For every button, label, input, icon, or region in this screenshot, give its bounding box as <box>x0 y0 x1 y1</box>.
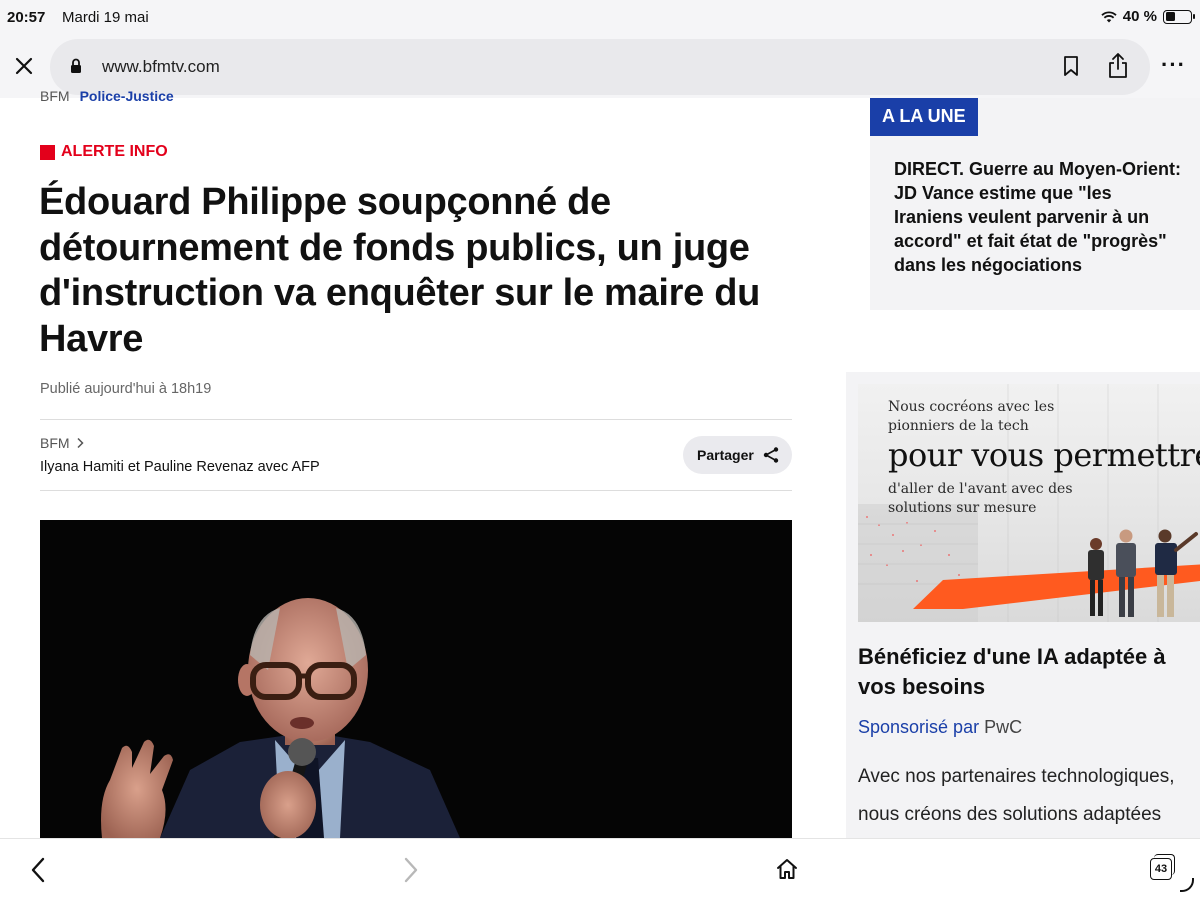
divider <box>40 419 792 420</box>
ad-image[interactable]: Nous cocréons avec les pionniers de la t… <box>858 384 1200 622</box>
publish-date: Publié aujourd'hui à 18h19 <box>40 381 212 397</box>
a-la-une-line: Iraniens veulent parvenir à un <box>894 207 1150 227</box>
url-text[interactable]: www.bfmtv.com <box>102 57 220 77</box>
status-bar: 20:57 Mardi 19 mai 40 % <box>0 0 1200 36</box>
ad-body-line: nous créons des solutions adaptées <box>858 804 1162 825</box>
home-icon[interactable] <box>775 857 799 881</box>
sponsored-label: Sponsorisé par <box>858 717 980 737</box>
article-photo[interactable] <box>40 520 792 838</box>
ad-sponsor: Sponsorisé par PwC <box>858 717 1022 738</box>
bookmark-icon[interactable] <box>1062 55 1080 77</box>
ad-tagline-line: pionniers de la tech <box>888 418 1029 434</box>
breadcrumb: BFM Police-Justice <box>40 88 174 102</box>
ad-title-line: vos besoins <box>858 674 986 699</box>
source-label[interactable]: BFM <box>40 435 70 451</box>
a-la-une-line: accord" et fait état de "progrès" <box>894 231 1167 251</box>
a-la-une-line: JD Vance estime que "les <box>894 183 1112 203</box>
battery-icon <box>1163 9 1195 24</box>
more-icon[interactable]: ··· <box>1161 54 1186 76</box>
ad-tagline-bottom: d'aller de l'avant avec des solutions su… <box>888 480 1073 518</box>
ad-body: Avec nos partenaires technologiques, nou… <box>858 758 1200 834</box>
alert-label: ALERTE INFO <box>61 143 168 160</box>
a-la-une-line: DIRECT. Guerre au Moyen-Orient: <box>894 159 1182 179</box>
article-headline: Édouard Philippe soupçonné de détourneme… <box>39 181 761 360</box>
sponsored-ad[interactable]: Nous cocréons avec les pionniers de la t… <box>846 372 1200 838</box>
tabs-icon[interactable]: 43 <box>1150 854 1175 880</box>
ad-tagline-top: Nous cocréons avec les pionniers de la t… <box>888 398 1054 436</box>
chevron-right-icon <box>77 437 84 449</box>
status-date: Mardi 19 mai <box>62 9 149 26</box>
browser-toolbar: www.bfmtv.com ··· <box>0 36 1200 98</box>
status-time: 20:57 <box>7 9 46 26</box>
breadcrumb-home[interactable]: BFM <box>40 88 70 102</box>
speaker-photo <box>40 520 792 838</box>
a-la-une-label: A LA UNE <box>870 98 978 136</box>
article-authors: Ilyana Hamiti et Pauline Revenaz avec AF… <box>40 459 320 475</box>
battery-percent: 40 % <box>1122 8 1157 25</box>
share-article-button[interactable]: Partager <box>683 436 792 474</box>
forward-icon[interactable] <box>403 857 419 883</box>
source-link[interactable]: BFM <box>40 435 84 451</box>
ad-tagline-line: solutions sur mesure <box>888 500 1037 516</box>
address-bar[interactable]: www.bfmtv.com <box>50 39 1150 95</box>
back-icon[interactable] <box>30 857 46 883</box>
alert-badge: ALERTE INFO <box>40 143 168 161</box>
breadcrumb-section[interactable]: Police-Justice <box>80 88 174 102</box>
status-indicators: 40 % <box>1101 8 1195 25</box>
share-icon[interactable] <box>1106 52 1130 80</box>
ad-tagline-line: Nous cocréons avec les <box>888 399 1055 415</box>
close-icon[interactable] <box>12 54 36 78</box>
ad-title-line: Bénéficiez d'une IA adaptée à <box>858 644 1166 669</box>
ad-headline-big: pour vous permettre <box>888 436 1200 474</box>
wifi-icon <box>1101 10 1117 22</box>
alert-square-icon <box>40 144 55 160</box>
ad-body-line: Avec nos partenaires technologiques, <box>858 766 1175 787</box>
share-nodes-icon <box>763 447 779 463</box>
divider <box>40 490 792 491</box>
browser-bottom-toolbar: 43 <box>0 838 1200 900</box>
a-la-une-headline[interactable]: DIRECT. Guerre au Moyen-Orient: JD Vance… <box>894 157 1200 277</box>
lock-icon <box>71 58 81 73</box>
a-la-une-line: dans les négociations <box>894 255 1083 275</box>
ad-title[interactable]: Bénéficiez d'une IA adaptée à vos besoin… <box>858 642 1200 702</box>
share-button-label: Partager <box>697 447 754 463</box>
ad-tagline-line: d'aller de l'avant avec des <box>888 481 1073 497</box>
sponsor-name[interactable]: PwC <box>984 717 1022 737</box>
